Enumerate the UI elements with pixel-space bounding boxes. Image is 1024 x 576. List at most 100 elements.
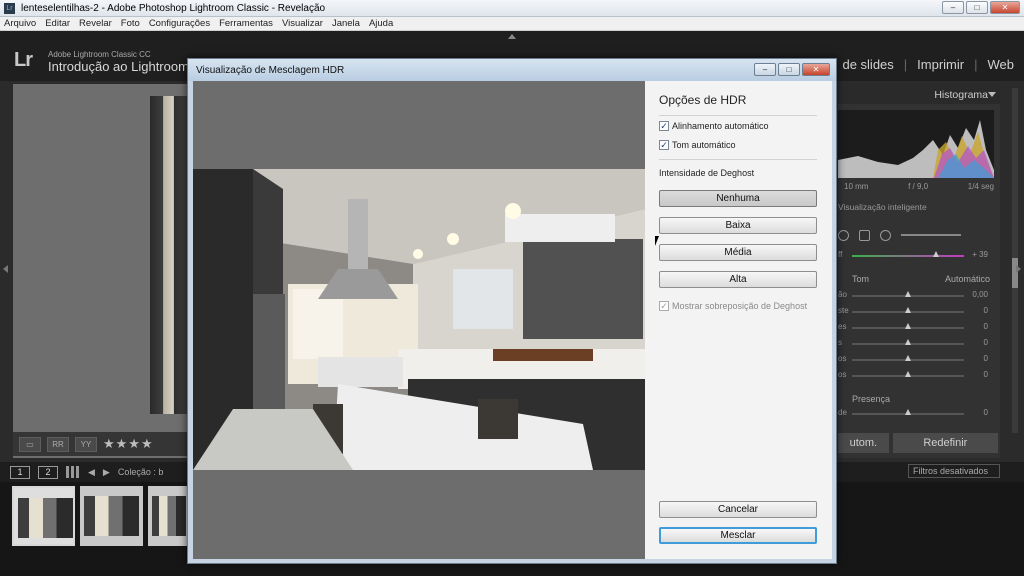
show-overlay-label: Mostrar sobreposição de Deghost: [672, 301, 808, 311]
panel-bottom-buttons: utom. Redefinir: [838, 433, 998, 453]
screen-2-button[interactable]: 2: [38, 465, 58, 479]
deghost-low-button[interactable]: Baixa: [659, 217, 817, 234]
scrollbar-thumb[interactable]: [1012, 258, 1018, 288]
top-panel-toggle-icon[interactable]: [508, 34, 516, 39]
menu-revelar[interactable]: Revelar: [79, 18, 112, 29]
mouse-cursor-icon: [655, 236, 659, 246]
back-arrow-icon[interactable]: ◀: [88, 467, 95, 478]
before-after-icon[interactable]: RR: [47, 436, 69, 452]
slider-label: es: [838, 322, 847, 331]
minimize-button[interactable]: –: [942, 1, 964, 14]
slider-knob[interactable]: [905, 339, 911, 345]
cancel-button[interactable]: Cancelar: [659, 501, 817, 518]
filmstrip-thumbnail[interactable]: [12, 486, 75, 546]
slider-row[interactable]: ão 0,00: [838, 290, 994, 302]
module-separator: |: [903, 57, 908, 72]
panel-scrollbar[interactable]: [1012, 88, 1018, 433]
hdr-preview-area: [193, 81, 645, 559]
slider-label: de: [838, 408, 847, 417]
divider: [659, 115, 817, 116]
right-panel: Histograma 10 mm f / 9,0 1/4 seg Visuali…: [838, 84, 1000, 458]
forward-arrow-icon[interactable]: ▶: [103, 467, 110, 478]
slider-value[interactable]: 0: [984, 370, 988, 379]
auto-tone-label: Tom automático: [672, 140, 736, 150]
slider-row[interactable]: os 0: [838, 370, 994, 382]
window-controls: – □ ✕: [942, 1, 1020, 14]
radial-filter-icon[interactable]: [880, 229, 891, 241]
slider-row[interactable]: ff + 39: [838, 250, 994, 262]
slider-value[interactable]: 0: [984, 354, 988, 363]
menu-foto[interactable]: Foto: [121, 18, 140, 29]
left-panel-toggle-icon[interactable]: [3, 265, 8, 273]
filmstrip-thumbnail[interactable]: [80, 486, 143, 546]
menu-ajuda[interactable]: Ajuda: [369, 18, 393, 29]
merge-button[interactable]: Mesclar: [659, 527, 817, 544]
previous-settings-button[interactable]: utom.: [838, 433, 889, 453]
close-button[interactable]: ✕: [990, 1, 1020, 14]
module-imprimir[interactable]: Imprimir: [917, 57, 964, 72]
slider-track[interactable]: [852, 255, 964, 257]
dialog-close-button[interactable]: ✕: [802, 63, 830, 76]
rating-stars[interactable]: ★★★★: [103, 436, 154, 452]
auto-align-label: Alinhamento automático: [672, 121, 769, 131]
graduated-filter-icon[interactable]: [859, 229, 870, 241]
slider-value[interactable]: 0: [984, 338, 988, 347]
menu-visualizar[interactable]: Visualizar: [282, 18, 323, 29]
lightroom-app-icon: Lr: [4, 2, 15, 14]
grid-view-icon[interactable]: [66, 466, 80, 478]
brush-slider-icon[interactable]: [901, 234, 961, 236]
slider-knob[interactable]: [905, 323, 911, 329]
slider-value[interactable]: 0: [984, 322, 988, 331]
checkmark-icon: ✓: [659, 140, 669, 150]
module-web[interactable]: Web: [988, 57, 1015, 72]
auto-align-checkbox[interactable]: ✓ Alinhamento automático: [659, 121, 769, 131]
divider: [659, 159, 817, 160]
maximize-button[interactable]: □: [966, 1, 988, 14]
slider-row[interactable]: ste 0: [838, 306, 994, 318]
slider-knob[interactable]: [905, 409, 911, 415]
tool-strip: [838, 228, 994, 242]
spot-removal-icon[interactable]: [838, 229, 849, 241]
slider-value[interactable]: 0: [984, 306, 988, 315]
menu-configuracoes[interactable]: Configurações: [149, 18, 210, 29]
slider-label: ff: [838, 250, 843, 259]
dialog-maximize-button[interactable]: □: [778, 63, 800, 76]
histogram-header[interactable]: Histograma: [838, 84, 1000, 104]
show-deghost-overlay-checkbox[interactable]: ✓ Mostrar sobreposição de Deghost: [659, 301, 807, 311]
slider-value[interactable]: 0,00: [972, 290, 988, 299]
slider-knob[interactable]: [905, 307, 911, 313]
presence-label: Presença: [852, 394, 891, 404]
checkmark-icon: ✓: [659, 301, 669, 311]
filter-dropdown[interactable]: Filtros desativados: [908, 464, 1000, 478]
deghost-high-button[interactable]: Alta: [659, 271, 817, 288]
deghost-medium-button[interactable]: Média: [659, 244, 817, 261]
slider-row[interactable]: de 0: [838, 408, 994, 420]
menu-ferramentas[interactable]: Ferramentas: [219, 18, 273, 29]
slider-knob[interactable]: [905, 291, 911, 297]
filmstrip-thumbnail[interactable]: [148, 486, 188, 546]
deghost-none-button[interactable]: Nenhuma: [659, 190, 817, 207]
slider-value[interactable]: + 39: [972, 250, 988, 259]
menu-janela[interactable]: Janela: [332, 18, 360, 29]
slider-label: s: [838, 338, 842, 347]
right-panel-toggle-icon[interactable]: [1016, 265, 1021, 273]
slider-value[interactable]: 0: [984, 408, 988, 417]
slider-knob[interactable]: [905, 355, 911, 361]
slider-row[interactable]: os 0: [838, 354, 994, 366]
slider-knob[interactable]: [933, 251, 939, 257]
before-after-split-icon[interactable]: YY: [75, 436, 97, 452]
reset-button[interactable]: Redefinir: [892, 433, 998, 453]
slider-row[interactable]: es 0: [838, 322, 994, 334]
auto-tone-checkbox[interactable]: ✓ Tom automático: [659, 140, 736, 150]
loupe-view-icon[interactable]: ▭: [19, 436, 41, 452]
collection-source[interactable]: Coleção : b: [118, 467, 164, 477]
auto-tone-link[interactable]: Automático: [945, 274, 990, 284]
slider-knob[interactable]: [905, 371, 911, 377]
screen-1-button[interactable]: 1: [10, 465, 30, 479]
exif-focal: 10 mm: [844, 182, 869, 191]
module-slides[interactable]: de slides: [842, 57, 893, 72]
menu-editar[interactable]: Editar: [45, 18, 70, 29]
dialog-minimize-button[interactable]: –: [754, 63, 776, 76]
menu-arquivo[interactable]: Arquivo: [4, 18, 36, 29]
slider-row[interactable]: s0: [838, 338, 994, 350]
